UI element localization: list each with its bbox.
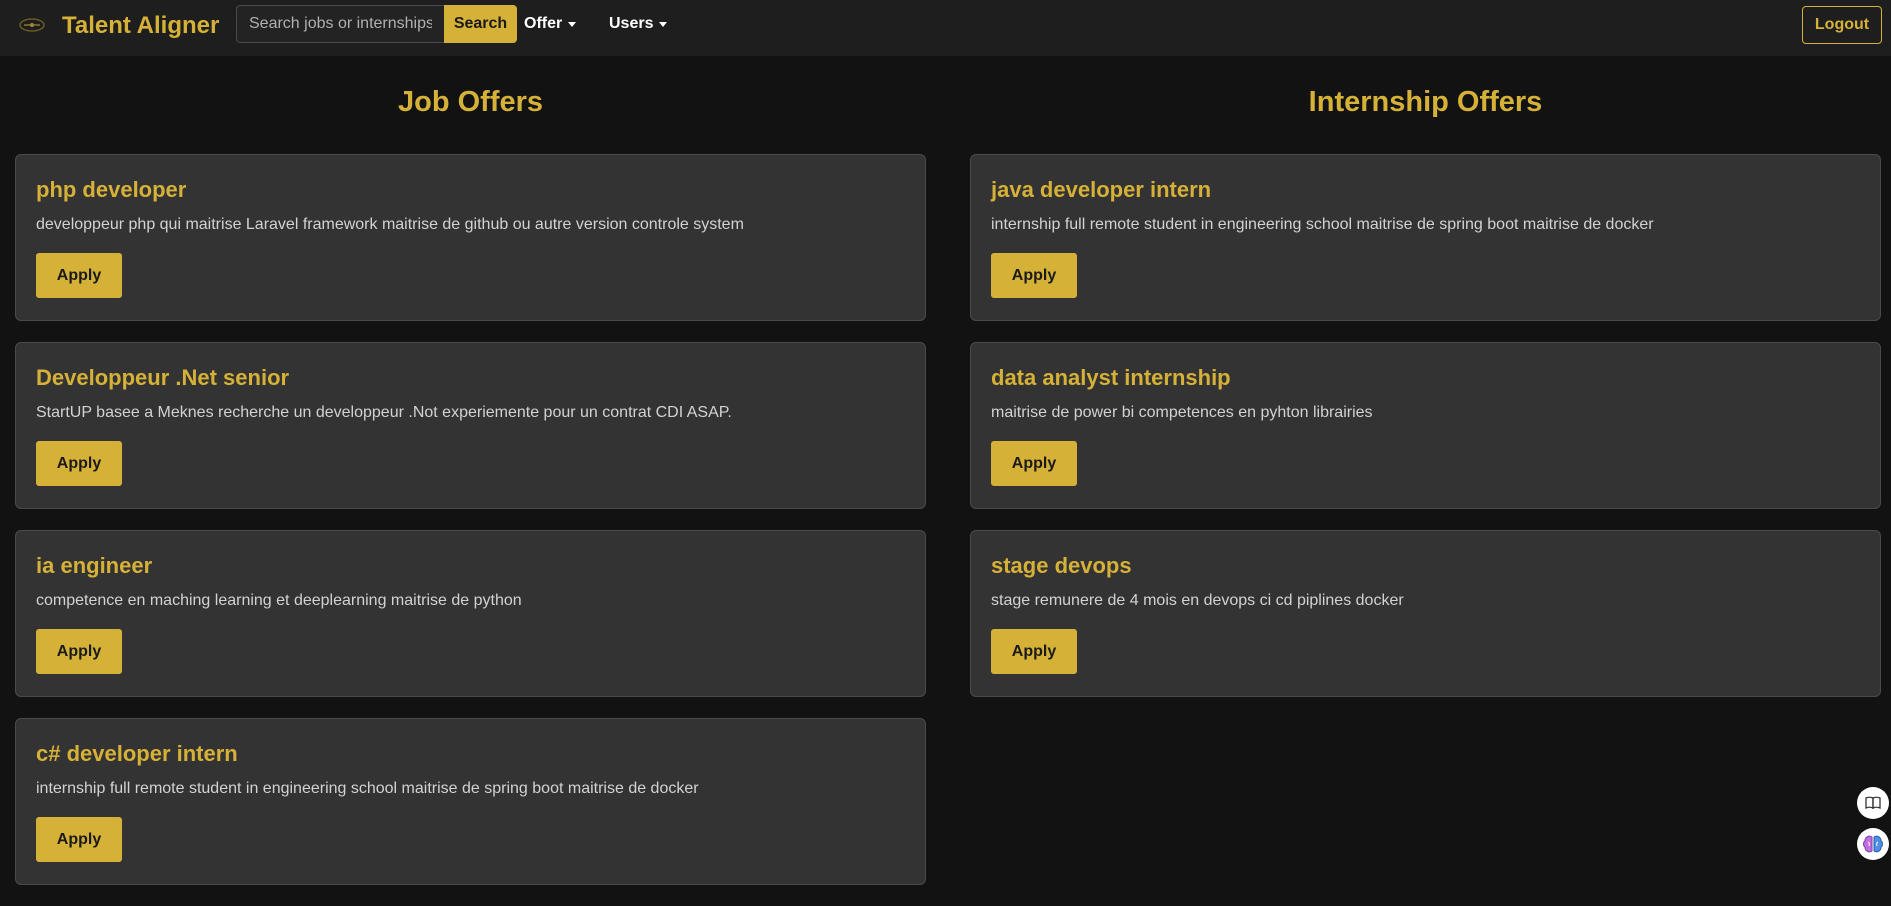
apply-button[interactable]: Apply [991,253,1077,298]
offer-description: maitrise de power bi competences en pyht… [991,404,1373,421]
offer-description: developpeur php qui maitrise Laravel fra… [36,216,744,233]
apply-button[interactable]: Apply [36,817,122,862]
top-navbar: Talent Aligner Search Offer Users Logout [0,0,1891,56]
caret-down-icon [568,22,577,27]
internship-offer-card: stage devops stage remunere de 4 mois en… [970,530,1881,697]
brain-icon[interactable] [1857,828,1889,860]
apply-button[interactable]: Apply [991,441,1077,486]
offer-description: competence en maching learning et deeple… [36,592,522,609]
search-input[interactable] [236,5,444,43]
offer-dropdown[interactable]: Offer [524,15,577,33]
apply-button[interactable]: Apply [36,253,122,298]
offer-title: ia engineer [36,553,153,578]
internship-offers-heading: Internship Offers [1308,86,1543,118]
offer-description: StartUP basee a Meknes recherche un deve… [36,404,732,421]
job-offer-card: c# developer intern internship full remo… [15,718,926,885]
search-button[interactable]: Search [444,5,517,43]
internship-offers-section: Internship Offers java developer intern … [970,56,1881,718]
job-offer-card: php developer developpeur php qui maitri… [15,154,926,321]
brand-logo-icon[interactable] [18,13,46,37]
job-offers-heading: Job Offers [397,86,544,118]
offer-description: internship full remote student in engine… [991,216,1654,233]
apply-button[interactable]: Apply [36,629,122,674]
offer-description: stage remunere de 4 mois en devops ci cd… [991,592,1404,609]
job-offer-card: ia engineer competence en maching learni… [15,530,926,697]
offer-title: c# developer intern [36,741,238,766]
search-form: Search [236,5,517,43]
apply-button[interactable]: Apply [991,629,1077,674]
internship-offer-card: java developer intern internship full re… [970,154,1881,321]
offer-description: internship full remote student in engine… [36,780,699,797]
job-offer-card: Developpeur .Net senior StartUP basee a … [15,342,926,509]
brand-name[interactable]: Talent Aligner [62,12,219,40]
offer-title: stage devops [991,553,1132,578]
offer-dropdown-label: Offer [524,15,563,32]
internship-offer-card: data analyst internship maitrise de powe… [970,342,1881,509]
job-offers-section: Job Offers php developer developpeur php… [15,56,926,906]
offer-title: data analyst internship [991,365,1231,390]
logout-button[interactable]: Logout [1802,6,1882,44]
users-dropdown[interactable]: Users [609,15,668,33]
book-icon[interactable] [1857,787,1889,819]
caret-down-icon [659,22,668,27]
users-dropdown-label: Users [609,15,654,32]
offer-title: Developpeur .Net senior [36,365,290,390]
apply-button[interactable]: Apply [36,441,122,486]
offer-title: java developer intern [991,177,1212,202]
offer-title: php developer [36,177,187,202]
